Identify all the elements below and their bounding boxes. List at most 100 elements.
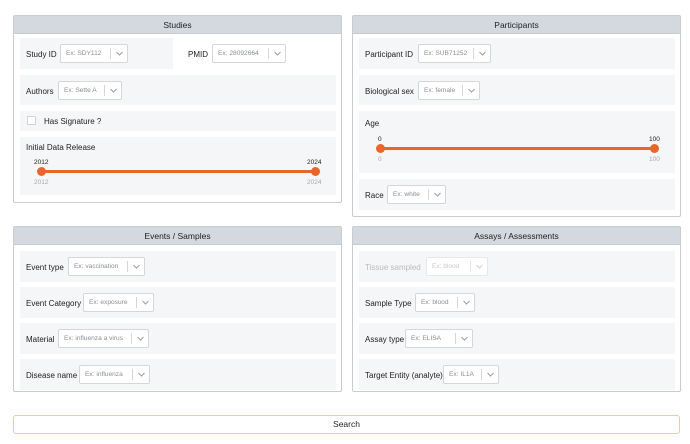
- race-placeholder: Ex: white: [393, 191, 420, 198]
- pmid-label: PMID: [188, 50, 208, 59]
- disease-placeholder: Ex: influenza: [85, 371, 123, 378]
- age-slider-track[interactable]: [380, 147, 654, 150]
- event-type-placeholder: Ex: vaccination: [74, 263, 119, 270]
- study-id-placeholder: Ex: SDY112: [66, 50, 102, 57]
- material-row: Material Ex: influenza a virus: [20, 323, 336, 354]
- sample-type-placeholder: Ex: blood: [421, 299, 449, 306]
- has-signature-row: Has Signature ?: [20, 111, 336, 131]
- chevron-down-icon[interactable]: [482, 372, 498, 377]
- tissue-row: Tissue sampled Ex: blood: [359, 251, 675, 282]
- age-low-handle[interactable]: [376, 144, 385, 153]
- chevron-down-icon[interactable]: [463, 88, 479, 93]
- assay-type-placeholder: Ex: ELISA: [411, 335, 442, 342]
- search-button[interactable]: Search: [13, 415, 680, 434]
- age-min-value: 0: [378, 156, 382, 163]
- chevron-down-icon[interactable]: [458, 300, 474, 305]
- target-label: Target Entity (analyte): [365, 371, 443, 380]
- race-select[interactable]: Ex: white: [387, 185, 446, 204]
- target-placeholder: Ex: IL1A: [449, 371, 474, 378]
- sample-type-row: Sample Type Ex: blood: [359, 287, 675, 318]
- studies-panel: Studies Study ID Ex: SDY112 PMID Ex: 280…: [13, 15, 342, 203]
- participants-title: Participants: [353, 16, 680, 34]
- chevron-down-icon[interactable]: [133, 372, 149, 377]
- chevron-down-icon[interactable]: [105, 88, 121, 93]
- chevron-down-icon[interactable]: [456, 336, 472, 341]
- tissue-placeholder: Ex: blood: [432, 263, 460, 270]
- event-type-label: Event type: [26, 263, 64, 272]
- has-signature-checkbox[interactable]: [27, 116, 36, 125]
- assays-panel: Assays / Assessments Tissue sampled Ex: …: [352, 226, 681, 392]
- release-high-handle[interactable]: [311, 167, 320, 176]
- sample-type-select[interactable]: Ex: blood: [415, 293, 475, 312]
- disease-label: Disease name: [26, 371, 78, 380]
- tissue-label: Tissue sampled: [365, 263, 421, 272]
- participant-id-select[interactable]: Ex: SUB71252: [418, 44, 491, 63]
- assay-type-row: Assay type Ex: ELISA: [359, 323, 675, 354]
- chevron-down-icon[interactable]: [474, 51, 490, 56]
- event-category-row: Event Category Ex: exposure: [20, 287, 336, 318]
- age-label: Age: [365, 119, 380, 128]
- participants-panel: Participants Participant ID Ex: SUB71252…: [352, 15, 681, 217]
- chevron-down-icon[interactable]: [128, 264, 144, 269]
- sex-label: Biological sex: [365, 87, 414, 96]
- chevron-down-icon[interactable]: [132, 336, 148, 341]
- chevron-down-icon: [471, 264, 487, 269]
- event-type-row: Event type Ex: vaccination: [20, 251, 336, 282]
- tissue-select: Ex: blood: [426, 257, 488, 276]
- material-label: Material: [26, 335, 55, 344]
- study-id-row: Study ID Ex: SDY112: [20, 38, 173, 69]
- pmid-row: PMID Ex: 28092664: [182, 38, 336, 69]
- age-max-value: 100: [649, 156, 660, 163]
- release-label: Initial Data Release: [26, 143, 96, 152]
- age-row: Age 0 100 0 100: [359, 111, 675, 173]
- assay-type-label: Assay type: [365, 335, 405, 344]
- authors-select[interactable]: Ex: Sette A: [58, 81, 122, 100]
- release-row: Initial Data Release 2012 2024 2012 2024: [20, 137, 336, 195]
- release-min-value: 2012: [34, 179, 49, 186]
- authors-label: Authors: [26, 87, 54, 96]
- release-low-value: 2012: [34, 159, 49, 166]
- chevron-down-icon[interactable]: [111, 51, 127, 56]
- events-title: Events / Samples: [14, 227, 341, 245]
- race-row: Race Ex: white: [359, 179, 675, 210]
- assays-title: Assays / Assessments: [353, 227, 680, 245]
- material-placeholder: Ex: influenza a virus: [64, 335, 124, 342]
- participant-id-row: Participant ID Ex: SUB71252: [359, 38, 675, 69]
- release-slider-track[interactable]: [41, 170, 315, 173]
- release-high-value: 2024: [307, 159, 322, 166]
- race-label: Race: [365, 191, 384, 200]
- material-select[interactable]: Ex: influenza a virus: [58, 329, 149, 348]
- age-high-value: 100: [649, 136, 660, 143]
- release-low-handle[interactable]: [37, 167, 46, 176]
- participant-id-placeholder: Ex: SUB71252: [424, 50, 468, 57]
- sample-type-label: Sample Type: [365, 299, 412, 308]
- disease-row: Disease name Ex: influenza: [20, 359, 336, 390]
- study-id-select[interactable]: Ex: SDY112: [60, 44, 128, 63]
- target-row: Target Entity (analyte) Ex: IL1A: [359, 359, 675, 390]
- pmid-placeholder: Ex: 28092664: [218, 50, 259, 57]
- release-max-value: 2024: [307, 179, 322, 186]
- pmid-select[interactable]: Ex: 28092664: [212, 44, 286, 63]
- sex-placeholder: Ex: female: [424, 87, 456, 94]
- studies-title: Studies: [14, 16, 341, 34]
- authors-row: Authors Ex: Sette A: [20, 75, 336, 105]
- chevron-down-icon[interactable]: [137, 300, 153, 305]
- chevron-down-icon[interactable]: [269, 51, 285, 56]
- event-category-placeholder: Ex: exposure: [89, 299, 128, 306]
- study-id-label: Study ID: [26, 50, 57, 59]
- sex-select[interactable]: Ex: female: [418, 81, 480, 100]
- age-high-handle[interactable]: [650, 144, 659, 153]
- authors-placeholder: Ex: Sette A: [64, 87, 97, 94]
- target-select[interactable]: Ex: IL1A: [443, 365, 499, 384]
- participant-id-label: Participant ID: [365, 50, 414, 59]
- events-panel: Events / Samples Event type Ex: vaccinat…: [13, 226, 342, 392]
- event-type-select[interactable]: Ex: vaccination: [68, 257, 145, 276]
- disease-select[interactable]: Ex: influenza: [79, 365, 150, 384]
- event-category-select[interactable]: Ex: exposure: [83, 293, 154, 312]
- sex-row: Biological sex Ex: female: [359, 75, 675, 105]
- age-low-value: 0: [378, 136, 382, 143]
- has-signature-label: Has Signature ?: [44, 117, 102, 126]
- chevron-down-icon[interactable]: [429, 192, 445, 197]
- event-category-label: Event Category: [26, 299, 82, 308]
- assay-type-select[interactable]: Ex: ELISA: [405, 329, 473, 348]
